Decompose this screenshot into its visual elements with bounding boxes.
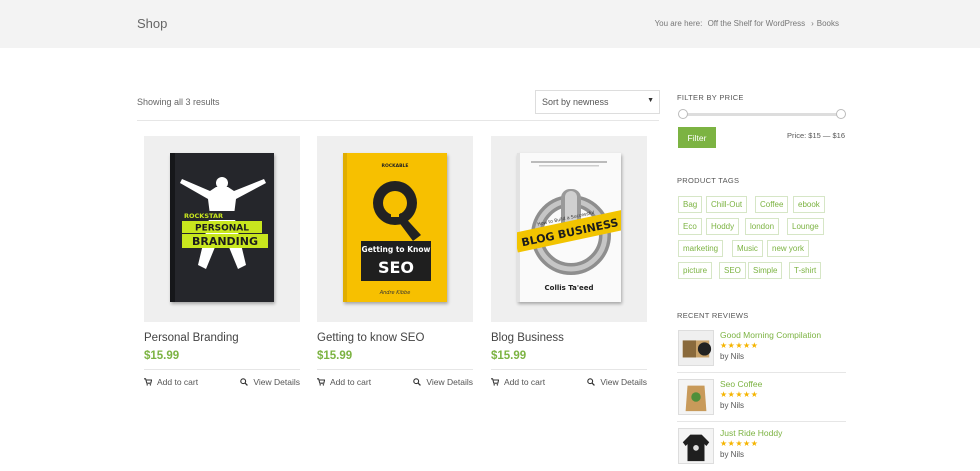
product-tags-heading: PRODUCT TAGS	[677, 176, 740, 185]
page-header: Shop You are here: Off the Shelf for Wor…	[0, 0, 980, 48]
tag-link[interactable]: Hoddy	[706, 218, 740, 235]
sort-select[interactable]: Sort by newness ▼	[535, 90, 660, 114]
breadcrumb-current: Books	[816, 19, 839, 28]
result-count: Showing all 3 results	[137, 97, 220, 107]
filter-price-heading: FILTER BY PRICE	[677, 93, 744, 102]
product-name[interactable]: Getting to know SEO	[317, 332, 424, 344]
tag-link[interactable]: Bag	[678, 196, 703, 213]
add-to-cart-button[interactable]: Add to cart	[491, 377, 545, 387]
cart-icon	[317, 378, 325, 386]
tag-link[interactable]: Simple	[748, 262, 783, 279]
product-actions: Add to cart View Details	[491, 369, 647, 393]
cover-text-1: Getting to Know	[362, 245, 431, 254]
filter-button[interactable]: Filter	[678, 127, 716, 148]
price-slider-max-handle[interactable]	[836, 109, 846, 119]
review-author: by Nils	[720, 352, 745, 361]
add-to-cart-label: Add to cart	[330, 377, 372, 387]
cover-text-2: PERSONAL	[195, 224, 249, 234]
view-details-label: View Details	[600, 377, 647, 387]
tag-link[interactable]: Eco	[678, 218, 702, 235]
sort-select-value: Sort by newness	[542, 97, 609, 107]
tag-link[interactable]: Lounge	[787, 218, 824, 235]
tag-link[interactable]: Chill-Out	[706, 196, 748, 213]
dropdown-arrow-icon: ▼	[647, 97, 654, 104]
tag-link[interactable]: T-shirt	[789, 262, 822, 279]
product-image[interactable]: ROCKABLE Getting to Know SEO Andre Kibbe	[317, 136, 473, 322]
tag-link[interactable]: ebook	[793, 196, 825, 213]
tag-link[interactable]: picture	[678, 262, 713, 279]
review-author: by Nils	[720, 450, 745, 459]
search-icon	[587, 378, 596, 386]
add-to-cart-label: Add to cart	[157, 377, 199, 387]
cart-icon	[491, 378, 499, 386]
review-item: Just Ride Hoddy ★★★★★ by Nils	[677, 428, 846, 471]
product-actions: Add to cart View Details	[317, 369, 473, 393]
breadcrumb: You are here: Off the Shelf for WordPres…	[655, 19, 842, 28]
review-thumbnail[interactable]	[678, 428, 714, 464]
tag-link[interactable]: Music	[732, 240, 763, 257]
product-price: $15.99	[144, 350, 180, 362]
product-card: ROCKSTAR PERSONAL BRANDING Personal Bran…	[144, 136, 300, 387]
cover-text-2: SEO	[378, 258, 414, 277]
recent-reviews-heading: RECENT REVIEWS	[677, 311, 749, 320]
breadcrumb-separator: ›	[811, 19, 814, 28]
cover-author: Andre Kibbe	[379, 290, 411, 296]
product-image[interactable]: ROCKSTAR PERSONAL BRANDING	[144, 136, 300, 322]
product-actions: Add to cart View Details	[144, 369, 300, 393]
view-details-button[interactable]: View Details	[587, 377, 647, 387]
tag-link[interactable]: SEO	[719, 262, 746, 279]
book-cover-image: ROCKSTAR PERSONAL BRANDING	[170, 153, 274, 302]
review-thumbnail[interactable]	[678, 330, 714, 366]
view-details-button[interactable]: View Details	[413, 377, 473, 387]
divider	[677, 421, 846, 422]
divider	[137, 120, 659, 121]
breadcrumb-home-link[interactable]: Off the Shelf for WordPress	[708, 19, 806, 28]
divider	[677, 372, 846, 373]
price-slider-track[interactable]	[683, 113, 840, 116]
product-price: $15.99	[491, 350, 527, 362]
view-details-button[interactable]: View Details	[240, 377, 300, 387]
review-author: by Nils	[720, 401, 745, 410]
breadcrumb-prefix: You are here:	[654, 19, 703, 28]
tag-link[interactable]: marketing	[678, 240, 724, 257]
review-item: Seo Coffee ★★★★★ by Nils	[677, 379, 846, 423]
tag-link[interactable]: new york	[767, 240, 810, 257]
search-icon	[240, 378, 249, 386]
book-cover-image: ROCKABLE Getting to Know SEO Andre Kibbe	[343, 153, 447, 302]
cover-text-top: ROCKABLE	[382, 163, 409, 169]
cart-icon	[144, 378, 152, 386]
review-item: Good Morning Compilation ★★★★★ by Nils	[677, 330, 846, 374]
tag-link[interactable]: Coffee	[755, 196, 789, 213]
product-card: How to Build a Successful BLOG BUSINESS …	[491, 136, 647, 387]
product-name[interactable]: Blog Business	[491, 332, 564, 344]
add-to-cart-button[interactable]: Add to cart	[317, 377, 371, 387]
view-details-label: View Details	[253, 377, 300, 387]
page-title: Shop	[137, 16, 168, 31]
book-cover-image: How to Build a Successful BLOG BUSINESS …	[517, 153, 621, 302]
tag-link[interactable]: london	[745, 218, 780, 235]
review-product-link[interactable]: Seo Coffee	[720, 379, 762, 389]
view-details-label: View Details	[426, 377, 473, 387]
review-product-link[interactable]: Just Ride Hoddy	[720, 428, 782, 438]
product-name[interactable]: Personal Branding	[144, 332, 239, 344]
review-thumbnail[interactable]	[678, 379, 714, 415]
product-image[interactable]: How to Build a Successful BLOG BUSINESS …	[491, 136, 647, 322]
star-rating-icon: ★★★★★	[720, 341, 759, 350]
add-to-cart-label: Add to cart	[504, 377, 546, 387]
product-price: $15.99	[317, 350, 353, 362]
star-rating-icon: ★★★★★	[720, 390, 759, 399]
cover-text-3: BRANDING	[192, 235, 258, 248]
add-to-cart-button[interactable]: Add to cart	[144, 377, 198, 387]
price-slider-min-handle[interactable]	[678, 109, 688, 119]
cover-text-1: ROCKSTAR	[184, 212, 223, 220]
cover-author: Collis Ta'eed	[545, 284, 594, 292]
review-product-link[interactable]: Good Morning Compilation	[720, 330, 821, 340]
price-range-label: Price: $15 — $16	[787, 131, 845, 140]
search-icon	[413, 378, 422, 386]
star-rating-icon: ★★★★★	[720, 439, 759, 448]
product-card: ROCKABLE Getting to Know SEO Andre Kibbe…	[317, 136, 473, 387]
